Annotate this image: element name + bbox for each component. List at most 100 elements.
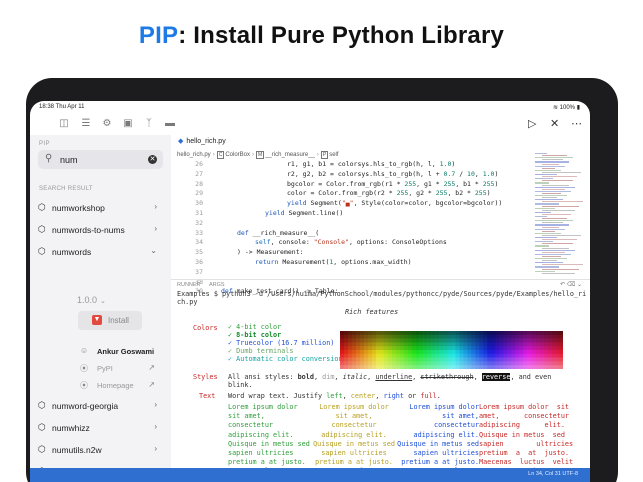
version-select[interactable]: 1.0.0 ⌄ <box>77 295 106 305</box>
color-cell <box>387 342 393 347</box>
color-cell <box>427 342 432 347</box>
color-cell <box>547 331 552 336</box>
color-cell <box>471 357 476 362</box>
color-cell <box>491 331 496 336</box>
minimap-line <box>535 237 557 239</box>
color-cell <box>451 334 456 339</box>
color-cell <box>447 331 452 336</box>
branch-icon[interactable]: ᛉ <box>143 118 155 130</box>
color-cell <box>507 350 512 355</box>
color-cell <box>427 365 432 369</box>
color-cell <box>431 357 436 362</box>
breadcrumb-item[interactable]: __rich_measure__ <box>265 152 315 158</box>
breadcrumb-item[interactable]: hello_rich.py <box>177 152 211 158</box>
package-name: numword-georgia <box>52 401 119 411</box>
color-cell <box>367 365 373 369</box>
color-cell <box>559 357 563 362</box>
more-icon[interactable]: ⋯ <box>571 117 582 130</box>
color-cell <box>523 331 528 336</box>
package-item[interactable]: ⬡ numworkshop › <box>30 197 171 219</box>
color-cell <box>531 334 536 339</box>
code-text: r2, g2, b2 = colorsys.hls_to_rgb(h, l + … <box>287 169 499 178</box>
color-cell <box>423 353 428 358</box>
color-cell <box>423 338 428 343</box>
breadcrumb-item[interactable]: ColorBox <box>225 152 250 158</box>
color-cell <box>543 338 548 343</box>
color-cell <box>559 331 563 336</box>
minimap-line <box>542 247 569 249</box>
tab-args[interactable]: ARGS <box>209 282 225 288</box>
color-cell <box>387 365 393 369</box>
color-cell <box>395 346 401 351</box>
color-cell <box>383 353 389 358</box>
package-item-expanded[interactable]: ⬡ numwords ⌄ <box>30 241 171 263</box>
package-item[interactable]: ⬡ numutils.n2w › <box>30 439 171 461</box>
color-cell <box>343 361 349 366</box>
homepage-link[interactable]: ⦿ Homepage ↗ <box>30 377 171 393</box>
color-cell <box>423 365 428 369</box>
breadcrumb-item[interactable]: self <box>329 152 338 158</box>
play-icon[interactable]: ▷ <box>528 117 536 130</box>
code-area[interactable]: 26 r1, g1, b1 = colorsys.hls_to_rgb(h, l,… <box>171 160 531 295</box>
minimap-line <box>535 153 547 155</box>
package-icon[interactable]: ◫ <box>58 118 70 130</box>
color-cell <box>459 365 464 369</box>
color-cell <box>503 353 508 358</box>
color-cell <box>415 342 420 347</box>
color-cell <box>395 334 401 339</box>
color-feature: ✓ Truecolor (16.7 million) <box>228 339 335 347</box>
lorem-line: adipiscing elit. <box>321 430 387 439</box>
color-cell <box>439 353 444 358</box>
color-cell <box>340 334 345 339</box>
close-icon[interactable]: ✕ <box>550 117 559 130</box>
lorem-line: pretium a at justo. <box>479 449 570 458</box>
color-cell <box>395 361 401 366</box>
color-cell <box>527 353 532 358</box>
package-item[interactable]: ⬡ numword-georgia › <box>30 395 171 417</box>
color-cell <box>463 361 468 366</box>
color-cell <box>559 365 563 369</box>
color-cell <box>507 353 512 358</box>
package-item[interactable]: ⬡ numwhizz › <box>30 417 171 439</box>
color-cell <box>423 357 428 362</box>
trash-icon[interactable]: ⌫ <box>567 282 575 288</box>
list-icon[interactable]: ☰ <box>80 118 92 130</box>
color-cell <box>343 350 349 355</box>
terminal-icon[interactable]: ▬ <box>164 118 176 130</box>
color-cell <box>443 331 448 336</box>
color-cell <box>495 353 500 358</box>
minimap-line <box>535 178 553 180</box>
undo-icon[interactable]: ↶ <box>560 282 565 288</box>
window-icon[interactable]: ▣ <box>122 118 134 130</box>
color-cell <box>527 357 532 362</box>
tab-hello-rich[interactable]: ◆ hello_rich.py <box>178 135 226 149</box>
settings-icon[interactable]: ⚙ <box>101 118 113 130</box>
color-cell <box>559 342 563 347</box>
color-cell <box>415 338 420 343</box>
minimap-line <box>542 163 559 165</box>
minimap[interactable] <box>531 153 587 278</box>
color-cell <box>459 338 464 343</box>
color-cell <box>395 342 401 347</box>
search-input[interactable]: num <box>60 155 78 165</box>
minimap-line <box>542 243 573 245</box>
color-cell <box>435 334 440 339</box>
lorem-line: Quisque in metus sed <box>397 439 479 448</box>
pypi-link[interactable]: ⦿ PyPI ↗ <box>30 360 171 376</box>
color-cell <box>547 338 552 343</box>
tab-runner[interactable]: RUNNER <box>177 282 201 288</box>
install-button[interactable]: ▼ Install <box>78 311 142 330</box>
color-cell <box>403 346 408 351</box>
chevron-down-icon[interactable]: ⌄ <box>577 282 582 288</box>
color-cell <box>355 342 361 347</box>
color-cell <box>359 361 365 366</box>
color-cell <box>539 334 544 339</box>
color-cell <box>523 334 528 339</box>
color-cell <box>411 334 416 339</box>
search-field[interactable]: ⚲ num ✕ <box>38 150 163 169</box>
package-item[interactable]: ⬡ numwords-to-nums › <box>30 219 171 241</box>
color-cell <box>407 338 412 343</box>
clear-icon[interactable]: ✕ <box>148 155 157 164</box>
color-cell <box>423 331 428 336</box>
color-cell <box>363 353 369 358</box>
